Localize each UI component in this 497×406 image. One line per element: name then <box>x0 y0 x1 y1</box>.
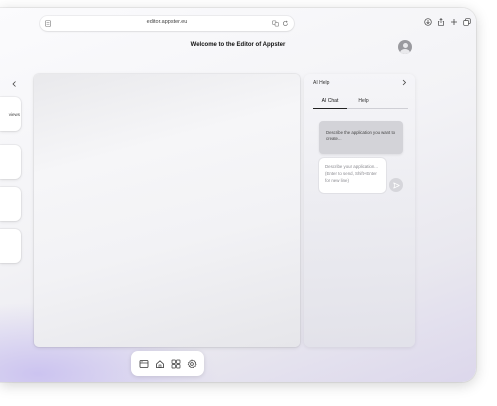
components-button[interactable] <box>170 358 181 369</box>
plus-icon <box>451 19 457 25</box>
media-button[interactable] <box>138 358 149 369</box>
grid-icon <box>171 359 180 368</box>
new-tab-button[interactable] <box>450 18 458 26</box>
settings-button[interactable] <box>186 358 197 369</box>
chat-input[interactable] <box>319 158 386 193</box>
address-bar[interactable]: editor.appster.eu <box>40 16 294 31</box>
send-button[interactable] <box>389 178 403 192</box>
share-icon <box>438 18 444 26</box>
user-avatar[interactable] <box>398 40 412 54</box>
home-button[interactable] <box>154 358 165 369</box>
gear-icon <box>187 359 196 368</box>
tab-overview-button[interactable] <box>463 18 471 26</box>
chat-hint-text: Describe the application you want to cre… <box>326 130 396 141</box>
browser-window: editor.appster.eu Welcome to the Editor … <box>0 8 476 382</box>
left-card[interactable] <box>0 229 21 263</box>
home-icon <box>155 359 164 368</box>
left-card[interactable] <box>0 145 21 179</box>
download-icon <box>424 18 432 26</box>
tab-ai-chat[interactable]: AI Chat <box>313 96 347 109</box>
panel-title: AI Help <box>313 80 330 86</box>
downloads-button[interactable] <box>424 18 432 26</box>
translate-icon[interactable] <box>272 20 279 27</box>
share-button[interactable] <box>437 18 445 26</box>
panel-tabs: AI Chat Help <box>313 96 408 109</box>
bottom-toolbar <box>131 351 204 376</box>
tab-help[interactable]: Help <box>351 96 376 108</box>
ai-help-panel: AI Help AI Chat Help Describe the applic… <box>304 74 415 347</box>
editor-canvas[interactable] <box>34 74 300 347</box>
tabs-icon <box>463 18 471 26</box>
image-icon <box>139 359 148 368</box>
chat-hint-bubble: Describe the application you want to cre… <box>319 121 403 154</box>
chevron-right-icon[interactable] <box>401 79 407 86</box>
reload-icon[interactable] <box>282 20 289 27</box>
left-card-label: views <box>8 112 20 117</box>
chevron-left-icon[interactable] <box>11 80 18 88</box>
avatar-body <box>400 48 410 54</box>
avatar-head <box>402 42 408 48</box>
left-card[interactable] <box>0 187 21 221</box>
url-text[interactable]: editor.appster.eu <box>40 19 294 25</box>
send-icon <box>392 182 400 188</box>
left-card[interactable]: views <box>0 97 21 131</box>
